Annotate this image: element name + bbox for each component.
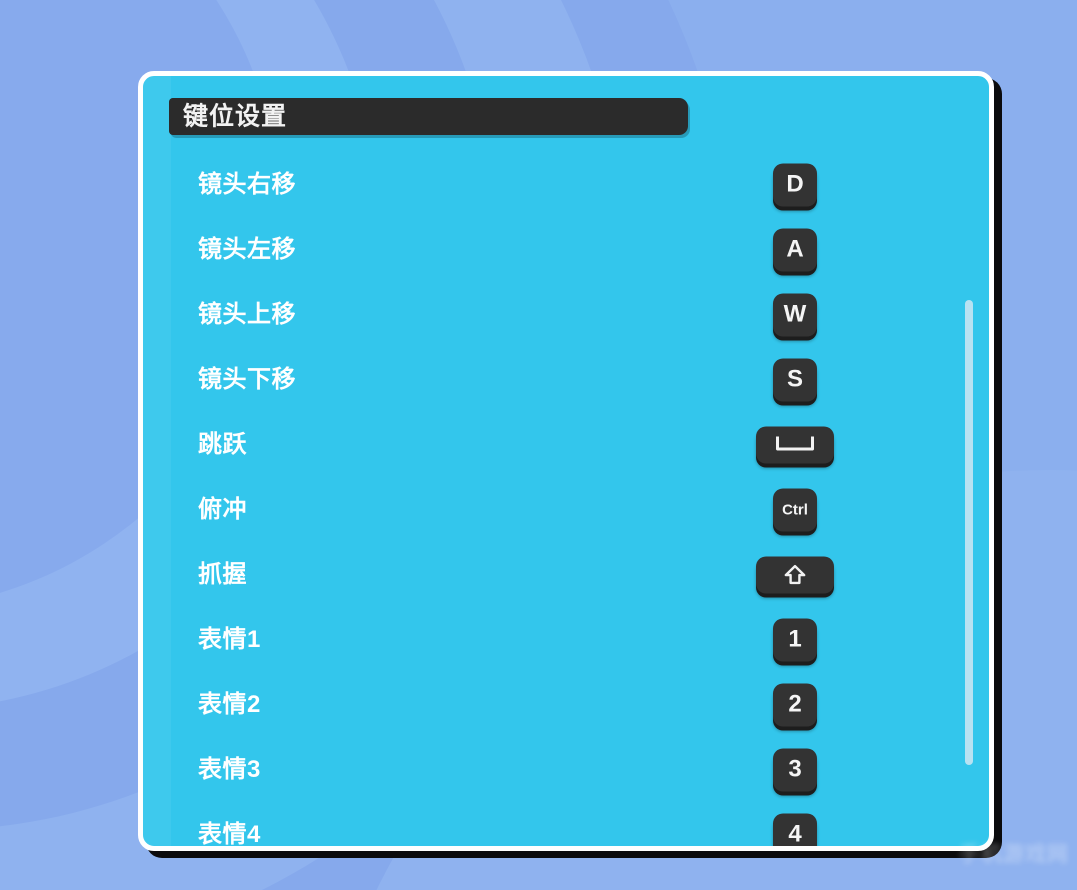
- keycap-a[interactable]: A: [773, 228, 817, 271]
- keycap-label: 2: [788, 690, 802, 718]
- screen: 键位设置 镜头右移 D 镜头左移 A 镜头上移 W 镜头下移 S 跳跃 俯冲 Ctrl 抓握 表情1 1 表…: [0, 0, 1077, 890]
- page-title: 键位设置: [183, 102, 288, 130]
- keycap-4[interactable]: 4: [773, 813, 817, 848]
- keycap-label: 4: [788, 820, 802, 848]
- keycap-label: A: [786, 235, 804, 263]
- key-binding-row[interactable]: 表情1 1: [143, 607, 989, 672]
- key-binding-row[interactable]: 镜头左移 A: [143, 217, 989, 282]
- key-binding-row[interactable]: 镜头右移 D: [143, 152, 989, 217]
- key-bindings-panel: 键位设置 镜头右移 D 镜头左移 A 镜头上移 W 镜头下移 S 跳跃 俯冲 Ctrl 抓握 表情1 1 表…: [138, 71, 994, 851]
- keycap-1[interactable]: 1: [773, 618, 817, 661]
- key-binding-keycap-slot[interactable]: [755, 426, 835, 463]
- key-binding-action-label: 表情4: [198, 820, 261, 848]
- key-binding-action-label: 镜头上移: [198, 300, 296, 328]
- key-binding-keycap-slot[interactable]: S: [755, 358, 835, 401]
- key-binding-keycap-slot[interactable]: 3: [755, 748, 835, 791]
- key-binding-keycap-slot[interactable]: W: [755, 293, 835, 336]
- keycap-space[interactable]: [756, 426, 834, 463]
- key-bindings-list: 镜头右移 D 镜头左移 A 镜头上移 W 镜头下移 S 跳跃 俯冲 Ctrl 抓握 表情1 1 表情2 2 表情…: [143, 152, 989, 848]
- key-binding-keycap-slot[interactable]: 4: [755, 813, 835, 848]
- key-binding-action-label: 跳跃: [198, 430, 247, 458]
- key-binding-row[interactable]: 镜头下移 S: [143, 347, 989, 412]
- keycap-3[interactable]: 3: [773, 748, 817, 791]
- key-binding-keycap-slot[interactable]: A: [755, 228, 835, 271]
- scrollbar-thumb[interactable]: [965, 300, 973, 765]
- keycap-s[interactable]: S: [773, 358, 817, 401]
- key-binding-row[interactable]: 抓握: [143, 542, 989, 607]
- key-binding-row[interactable]: 镜头上移 W: [143, 282, 989, 347]
- key-binding-keycap-slot[interactable]: 2: [755, 683, 835, 726]
- key-binding-action-label: 表情1: [198, 625, 261, 653]
- keycap-d[interactable]: D: [773, 163, 817, 206]
- key-binding-action-label: 俯冲: [198, 495, 247, 523]
- keycap-ctrl[interactable]: Ctrl: [773, 488, 817, 531]
- key-binding-action-label: 镜头左移: [198, 235, 296, 263]
- keycap-w[interactable]: W: [773, 293, 817, 336]
- key-binding-row[interactable]: 跳跃: [143, 412, 989, 477]
- key-binding-row[interactable]: 表情4 4: [143, 802, 989, 848]
- key-binding-action-label: 镜头右移: [198, 170, 296, 198]
- key-binding-keycap-slot[interactable]: D: [755, 163, 835, 206]
- space-icon: [776, 436, 814, 451]
- key-binding-row[interactable]: 表情3 3: [143, 737, 989, 802]
- keycap-label: W: [783, 300, 807, 328]
- keycap-shift[interactable]: [756, 556, 834, 593]
- keycap-2[interactable]: 2: [773, 683, 817, 726]
- key-binding-keycap-slot[interactable]: 1: [755, 618, 835, 661]
- keycap-label: S: [786, 365, 803, 393]
- key-binding-keycap-slot[interactable]: Ctrl: [755, 488, 835, 531]
- key-binding-action-label: 表情2: [198, 690, 261, 718]
- key-binding-action-label: 抓握: [198, 560, 247, 588]
- keycap-label: 3: [788, 755, 802, 783]
- key-binding-keycap-slot[interactable]: [755, 556, 835, 593]
- shift-arrow-icon: [784, 564, 806, 585]
- key-binding-row[interactable]: 表情2 2: [143, 672, 989, 737]
- key-binding-row[interactable]: 俯冲 Ctrl: [143, 477, 989, 542]
- key-binding-action-label: 镜头下移: [198, 365, 296, 393]
- key-binding-action-label: 表情3: [198, 755, 261, 783]
- keycap-label: D: [786, 170, 804, 198]
- keycap-label: 1: [788, 625, 802, 653]
- panel-title-banner: 键位设置: [169, 98, 688, 135]
- keycap-label: Ctrl: [782, 501, 808, 518]
